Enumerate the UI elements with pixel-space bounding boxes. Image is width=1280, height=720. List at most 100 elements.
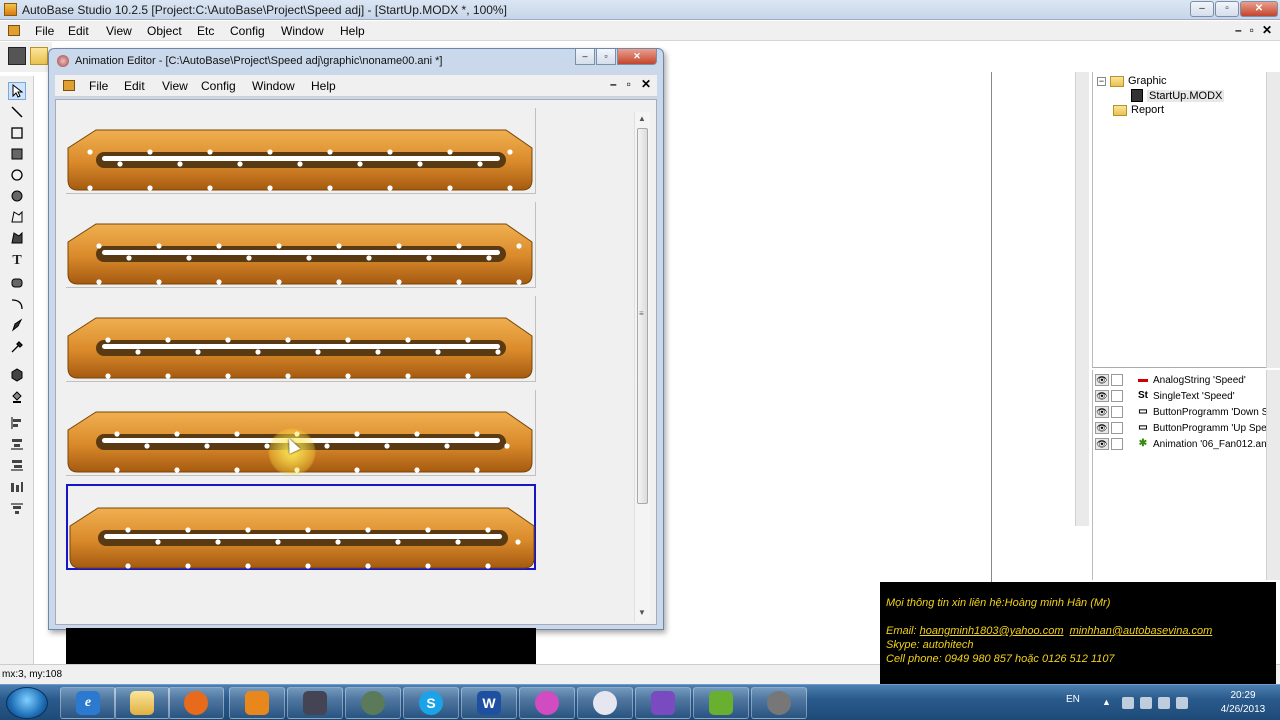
scroll-up-arrow[interactable]: ▲: [638, 114, 646, 123]
eye-icon[interactable]: 👁: [1095, 422, 1109, 434]
scroll-down-arrow[interactable]: ▼: [638, 608, 646, 617]
arc-icon[interactable]: [8, 295, 26, 313]
animation-frame[interactable]: [66, 108, 536, 194]
media-icon[interactable]: [635, 687, 691, 719]
anim-maximize-button[interactable]: ▫: [596, 49, 616, 65]
pen-icon[interactable]: [8, 316, 26, 334]
main-maximize-button[interactable]: ▫: [1215, 1, 1239, 17]
fill-icon[interactable]: [8, 387, 26, 405]
mdi-document-icon[interactable]: [8, 25, 20, 36]
menu-file[interactable]: File: [35, 24, 54, 38]
anim-menu-config[interactable]: Config: [201, 79, 236, 93]
layer-row[interactable]: 👁 ▭ ButtonProgramm 'Down S: [1095, 404, 1280, 420]
ie-icon[interactable]: e: [60, 687, 116, 719]
animation-frame[interactable]: [66, 484, 536, 570]
media-player-icon[interactable]: [168, 687, 224, 719]
anim-menu-help[interactable]: Help: [311, 79, 336, 93]
layer-row[interactable]: 👁 ✱ Animation '06_Fan012.an: [1095, 436, 1280, 452]
layer-row[interactable]: 👁 ▬ AnalogString 'Speed': [1095, 372, 1280, 388]
anim-close-button[interactable]: ✕: [617, 49, 657, 65]
network-icon[interactable]: [345, 687, 401, 719]
align-center-icon[interactable]: [8, 435, 26, 453]
autobase-icon[interactable]: [693, 687, 749, 719]
anim-mdi-close-button[interactable]: ✕: [641, 77, 651, 91]
layer-row[interactable]: 👁 St SingleText 'Speed': [1095, 388, 1280, 404]
lock-checkbox[interactable]: [1111, 406, 1123, 418]
tray-arrow-icon[interactable]: ▲: [1102, 697, 1111, 709]
film-icon[interactable]: [751, 687, 807, 719]
menu-etc[interactable]: Etc: [197, 24, 214, 38]
frames-scrollbar[interactable]: ▲ ≡ ▼: [634, 112, 650, 622]
menu-object[interactable]: Object: [147, 24, 182, 38]
tray-clock[interactable]: 20:29 4/26/2013: [1210, 689, 1276, 717]
tray-volume-icon[interactable]: [1176, 697, 1188, 709]
main-minimize-button[interactable]: –: [1190, 1, 1214, 17]
open-folder-icon[interactable]: [30, 47, 48, 65]
scroll-thumb[interactable]: ≡: [637, 128, 648, 504]
anim-menu-window[interactable]: Window: [252, 79, 295, 93]
polygon-icon[interactable]: [8, 208, 26, 226]
filled-rectangle-icon[interactable]: [8, 145, 26, 163]
tree-node-report[interactable]: Report: [1113, 104, 1164, 116]
mdi-close-button[interactable]: ✕: [1262, 23, 1272, 37]
gauge-icon[interactable]: [577, 687, 633, 719]
paint-icon[interactable]: [519, 687, 575, 719]
align-left-icon[interactable]: [8, 414, 26, 432]
lock-checkbox[interactable]: [1111, 390, 1123, 402]
eye-icon[interactable]: 👁: [1095, 390, 1109, 402]
anim-menu-view[interactable]: View: [162, 79, 188, 93]
menu-window[interactable]: Window: [281, 24, 324, 38]
word-icon[interactable]: W: [461, 687, 517, 719]
animation-frame[interactable]: [66, 202, 536, 288]
save-icon[interactable]: [8, 47, 26, 65]
email-link-2[interactable]: minhhan@autobasevina.com: [1070, 625, 1213, 637]
outlook-icon[interactable]: [229, 687, 285, 719]
text-icon[interactable]: T: [8, 252, 26, 270]
tree-scrollbar[interactable]: [1266, 72, 1280, 368]
line-icon[interactable]: [8, 103, 26, 121]
eye-icon[interactable]: 👁: [1095, 438, 1109, 450]
menu-view[interactable]: View: [106, 24, 132, 38]
lock-checkbox[interactable]: [1111, 374, 1123, 386]
cube-icon[interactable]: [8, 366, 26, 384]
distribute-icon[interactable]: [8, 478, 26, 496]
email-link-1[interactable]: hoangminh1803@yahoo.com: [920, 625, 1064, 637]
tree-node-graphic[interactable]: − Graphic: [1097, 75, 1167, 87]
rounded-rect-icon[interactable]: [8, 274, 26, 292]
menu-help[interactable]: Help: [340, 24, 365, 38]
anim-mdi-icon[interactable]: [63, 80, 75, 91]
layer-row[interactable]: 👁 ▭ ButtonProgramm 'Up Spe: [1095, 420, 1280, 436]
canvas-vertical-scrollbar[interactable]: [1075, 72, 1089, 526]
align-bottom-icon[interactable]: [8, 500, 26, 518]
lock-checkbox[interactable]: [1111, 438, 1123, 450]
rectangle-icon[interactable]: [8, 124, 26, 142]
mdi-minimize-button[interactable]: –: [1235, 23, 1242, 37]
tree-expander[interactable]: −: [1097, 76, 1106, 86]
filled-ellipse-icon[interactable]: [8, 187, 26, 205]
eye-icon[interactable]: 👁: [1095, 406, 1109, 418]
start-button-icon[interactable]: [6, 687, 48, 719]
anim-menu-file[interactable]: File: [89, 79, 108, 93]
language-indicator[interactable]: EN: [1066, 694, 1080, 705]
dropper-icon[interactable]: [8, 338, 26, 356]
app-icon[interactable]: [287, 687, 343, 719]
ellipse-icon[interactable]: [8, 166, 26, 184]
main-close-button[interactable]: ✕: [1240, 1, 1278, 17]
explorer-icon[interactable]: [114, 687, 170, 719]
menu-edit[interactable]: Edit: [68, 24, 89, 38]
tray-network-icon[interactable]: [1158, 697, 1170, 709]
arrow-icon[interactable]: [8, 82, 26, 100]
layer-scrollbar[interactable]: [1266, 370, 1280, 580]
align-right-icon[interactable]: [8, 456, 26, 474]
menu-config[interactable]: Config: [230, 24, 265, 38]
mdi-restore-button[interactable]: ▫: [1250, 23, 1254, 37]
lock-checkbox[interactable]: [1111, 422, 1123, 434]
filled-polygon-icon[interactable]: [8, 229, 26, 247]
anim-mdi-minimize-button[interactable]: –: [610, 77, 617, 91]
eye-icon[interactable]: 👁: [1095, 374, 1109, 386]
skype-icon[interactable]: S: [403, 687, 459, 719]
tray-flag-icon[interactable]: [1122, 697, 1134, 709]
anim-minimize-button[interactable]: –: [575, 49, 595, 65]
anim-mdi-restore-button[interactable]: ▫: [627, 77, 631, 91]
tree-node-startup[interactable]: StartUp.MODX: [1131, 89, 1225, 102]
